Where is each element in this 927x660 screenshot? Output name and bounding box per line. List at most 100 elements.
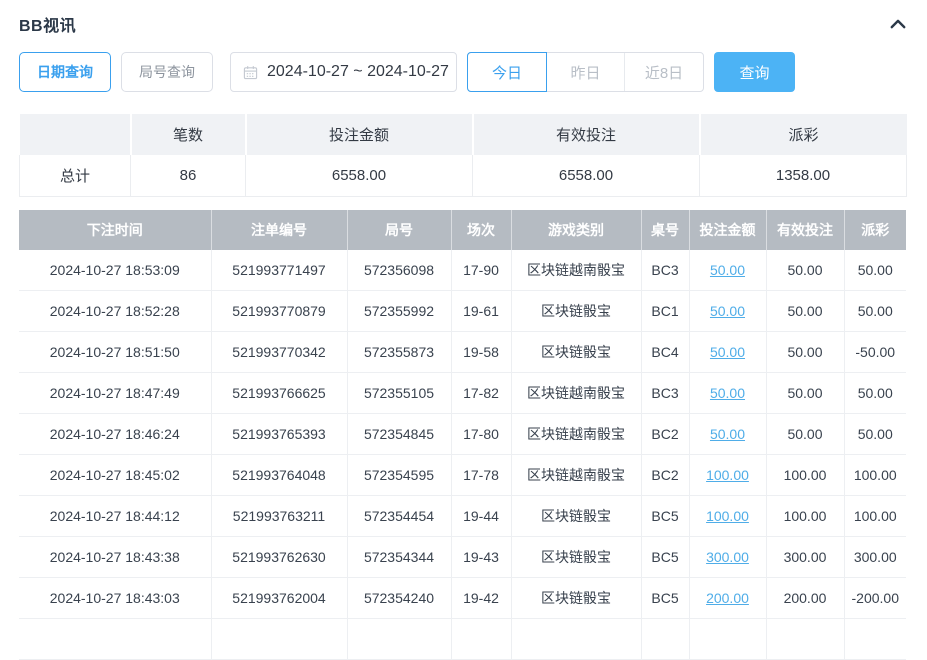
quick-range-yesterday-button[interactable]: 昨日 (547, 53, 625, 91)
query-mode-date-button[interactable]: 日期查询 (19, 52, 111, 92)
cell-valid-bet: 200.00 (766, 578, 844, 619)
calendar-icon (243, 65, 258, 80)
header-session: 场次 (451, 210, 511, 250)
cell-bet-amount: 300.00 (689, 537, 766, 578)
cell-payout: 50.00 (844, 291, 906, 332)
summary-header-row: 笔数 投注金额 有效投注 派彩 (20, 114, 907, 155)
filter-toolbar: 日期查询 局号查询 2024-10-27 ~ 2024-10-27 今日 昨日 … (19, 52, 908, 92)
summary-total-label: 总计 (20, 155, 131, 197)
cell-order-id: 521993764048 (211, 455, 347, 496)
bet-amount-link[interactable]: 200.00 (706, 590, 749, 606)
summary-total-payout: 1358.00 (700, 155, 907, 197)
cell-session: 17-90 (451, 250, 511, 291)
cell-payout: 100.00 (844, 455, 906, 496)
cell-order-id: 521993766625 (211, 373, 347, 414)
header-round-id: 局号 (347, 210, 451, 250)
cell-bet-amount (689, 619, 766, 660)
bet-amount-link[interactable]: 50.00 (710, 303, 745, 319)
header-valid-bet: 有效投注 (766, 210, 844, 250)
summary-total-valid-bet: 6558.00 (473, 155, 700, 197)
cell-valid-bet: 50.00 (766, 332, 844, 373)
page-title: BB视讯 (19, 12, 76, 36)
cell-bet-amount: 50.00 (689, 291, 766, 332)
cell-round-id: 572354595 (347, 455, 451, 496)
cell-session: 19-44 (451, 496, 511, 537)
header-payout: 派彩 (844, 210, 906, 250)
date-range-value: 2024-10-27 ~ 2024-10-27 (267, 63, 449, 81)
cell-order-id: 521993763211 (211, 496, 347, 537)
panel-header: BB视讯 (19, 12, 908, 36)
cell-game-type: 区块链骰宝 (511, 537, 641, 578)
table-row: 2024-10-27 18:44:12 521993763211 5723544… (19, 496, 906, 537)
cell-round-id: 572354845 (347, 414, 451, 455)
table-row: 2024-10-27 18:47:49 521993766625 5723551… (19, 373, 906, 414)
summary-header-payout: 派彩 (700, 114, 907, 155)
bet-amount-link[interactable]: 50.00 (710, 262, 745, 278)
bet-amount-link[interactable]: 50.00 (710, 426, 745, 442)
summary-header-count: 笔数 (131, 114, 246, 155)
bet-table-body: 2024-10-27 18:53:09 521993771497 5723560… (19, 250, 906, 660)
cell-payout: -200.00 (844, 578, 906, 619)
summary-header-blank (20, 114, 131, 155)
cell-round-id: 572355992 (347, 291, 451, 332)
cell-bet-time: 2024-10-27 18:43:03 (19, 578, 211, 619)
quick-range-group: 今日 昨日 近8日 (467, 52, 704, 92)
cell-payout: 100.00 (844, 496, 906, 537)
cell-valid-bet: 300.00 (766, 537, 844, 578)
cell-bet-time: 2024-10-27 18:52:28 (19, 291, 211, 332)
header-table-id: 桌号 (641, 210, 689, 250)
query-mode-round-button[interactable]: 局号查询 (121, 52, 213, 92)
cell-game-type: 区块链骰宝 (511, 496, 641, 537)
cell-valid-bet: 50.00 (766, 414, 844, 455)
bet-amount-link[interactable]: 50.00 (710, 344, 745, 360)
cell-session: 19-61 (451, 291, 511, 332)
header-game-type: 游戏类别 (511, 210, 641, 250)
table-row: 2024-10-27 18:43:03 521993762004 5723542… (19, 578, 906, 619)
summary-total-count: 86 (131, 155, 246, 197)
cell-round-id: 572355105 (347, 373, 451, 414)
cell-bet-time: 2024-10-27 18:46:24 (19, 414, 211, 455)
cell-order-id: 521993762004 (211, 578, 347, 619)
cell-bet-amount: 100.00 (689, 455, 766, 496)
cell-table-id: BC2 (641, 414, 689, 455)
summary-total-bet-amount: 6558.00 (246, 155, 473, 197)
cell-payout: 50.00 (844, 414, 906, 455)
cell-payout: 50.00 (844, 250, 906, 291)
cell-valid-bet: 100.00 (766, 496, 844, 537)
cell-table-id (641, 619, 689, 660)
table-row: 2024-10-27 18:43:38 521993762630 5723543… (19, 537, 906, 578)
bet-amount-link[interactable]: 100.00 (706, 467, 749, 483)
cell-bet-amount: 50.00 (689, 414, 766, 455)
summary-header-valid-bet: 有效投注 (473, 114, 700, 155)
cell-valid-bet: 50.00 (766, 250, 844, 291)
cell-session: 19-42 (451, 578, 511, 619)
cell-valid-bet: 50.00 (766, 373, 844, 414)
search-button[interactable]: 查询 (714, 52, 795, 92)
cell-payout: 50.00 (844, 373, 906, 414)
summary-header-bet-amount: 投注金额 (246, 114, 473, 155)
table-row: 2024-10-27 18:51:50 521993770342 5723558… (19, 332, 906, 373)
cell-bet-time (19, 619, 211, 660)
bet-amount-link[interactable]: 300.00 (706, 549, 749, 565)
cell-order-id: 521993770342 (211, 332, 347, 373)
chevron-up-icon (888, 15, 908, 33)
cell-table-id: BC3 (641, 373, 689, 414)
table-row (19, 619, 906, 660)
cell-payout: 300.00 (844, 537, 906, 578)
cell-table-id: BC5 (641, 537, 689, 578)
cell-game-type: 区块链骰宝 (511, 332, 641, 373)
cell-bet-amount: 200.00 (689, 578, 766, 619)
quick-range-last8days-button[interactable]: 近8日 (625, 53, 703, 91)
cell-session: 17-78 (451, 455, 511, 496)
cell-game-type (511, 619, 641, 660)
table-row: 2024-10-27 18:53:09 521993771497 5723560… (19, 250, 906, 291)
bet-amount-link[interactable]: 100.00 (706, 508, 749, 524)
quick-range-today-button[interactable]: 今日 (467, 52, 547, 92)
collapse-panel-button[interactable] (888, 15, 908, 33)
cell-round-id: 572354454 (347, 496, 451, 537)
cell-order-id: 521993765393 (211, 414, 347, 455)
date-range-input[interactable]: 2024-10-27 ~ 2024-10-27 (230, 52, 457, 92)
cell-session: 19-58 (451, 332, 511, 373)
cell-bet-time: 2024-10-27 18:43:38 (19, 537, 211, 578)
bet-amount-link[interactable]: 50.00 (710, 385, 745, 401)
